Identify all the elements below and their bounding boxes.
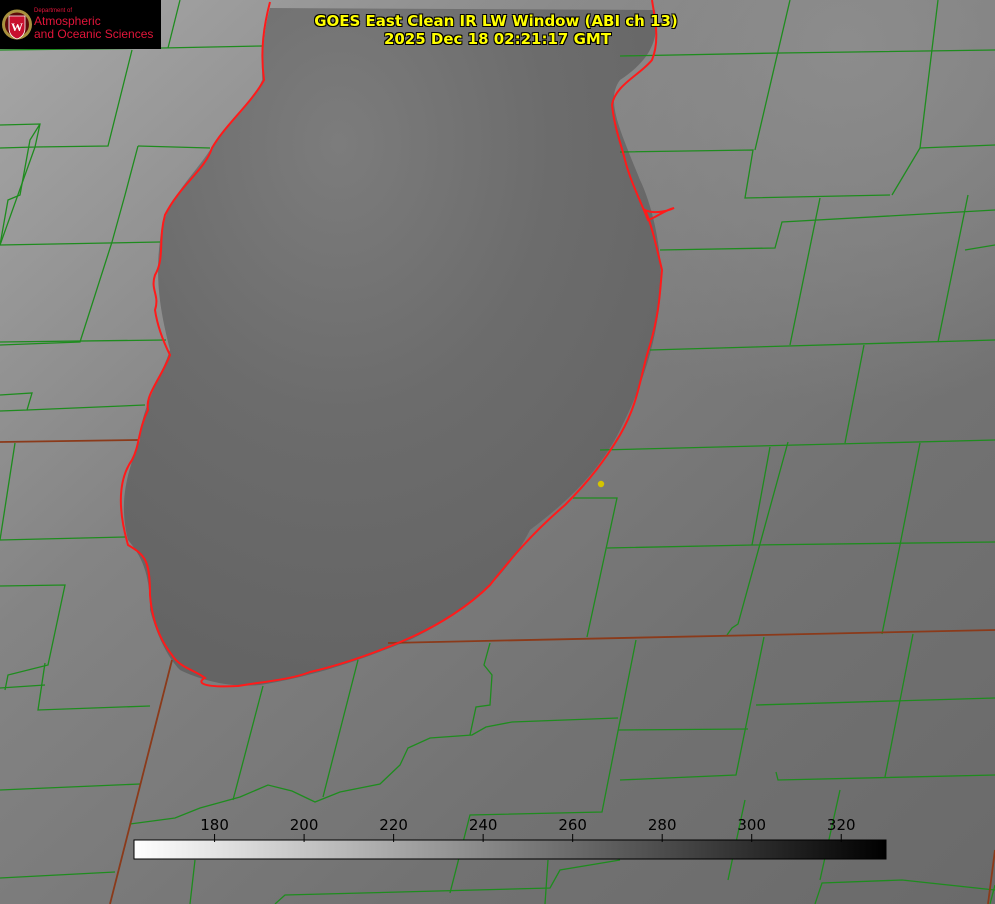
colorbar-tick-label: 320 xyxy=(827,816,856,834)
image-title: GOES East Clean IR LW Window (ABI ch 13)… xyxy=(0,12,995,48)
title-timestamp: 2025 Dec 18 02:21:17 GMT xyxy=(383,30,612,48)
colorbar-tick-label: 220 xyxy=(379,816,408,834)
colorbar-tick-label: 240 xyxy=(469,816,498,834)
colorbar-gradient xyxy=(133,839,887,860)
title-product: GOES East Clean IR LW Window (ABI ch 13) xyxy=(314,12,678,30)
station-marker xyxy=(597,480,605,488)
colorbar-tick-label: 180 xyxy=(200,816,229,834)
satellite-map: 180 200 220 240 260 280 300 320 xyxy=(0,0,995,904)
colorbar-tick-label: 280 xyxy=(648,816,677,834)
colorbar-tick-label: 260 xyxy=(558,816,587,834)
colorbar-tick-label: 200 xyxy=(290,816,319,834)
colorbar-tick-label: 300 xyxy=(737,816,766,834)
